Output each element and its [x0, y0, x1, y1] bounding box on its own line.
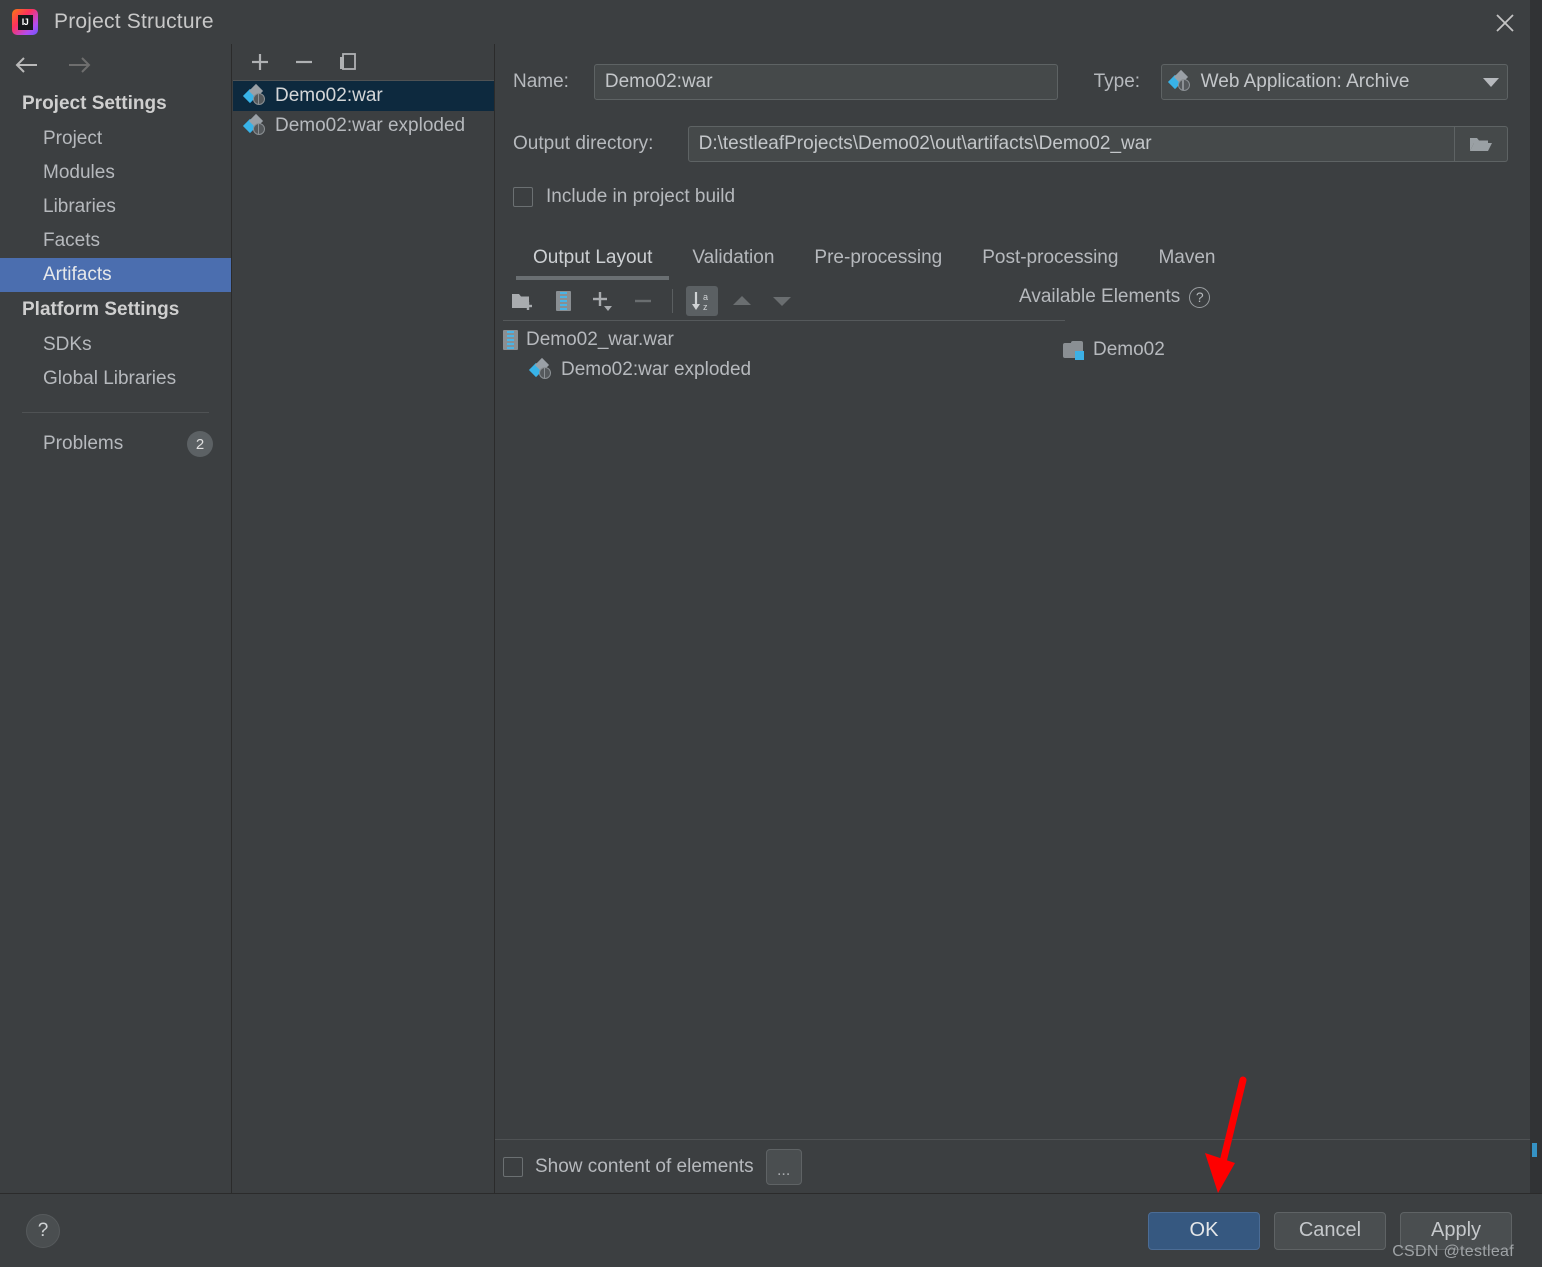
sidebar-item-facets[interactable]: Facets	[0, 224, 231, 258]
output-layout-trees: Demo02_war.war Demo02:war exploded Demo0…	[503, 325, 1530, 1125]
toolbar-divider	[672, 289, 673, 313]
sidebar-item-problems[interactable]: Problems 2	[0, 427, 231, 461]
sidebar-divider	[22, 412, 209, 413]
close-icon[interactable]	[1490, 8, 1520, 38]
war-artifact-icon	[242, 83, 267, 106]
name-label: Name:	[513, 71, 569, 92]
artifact-list-item-label: Demo02:war exploded	[275, 115, 466, 136]
svg-text:a: a	[703, 292, 708, 302]
watermark-text: CSDN @testleaf	[1392, 1243, 1514, 1260]
name-type-row: Name: Demo02:war Type: Web Application: …	[513, 64, 1508, 100]
sidebar-item-artifacts[interactable]: Artifacts	[0, 258, 231, 292]
tab-post-processing[interactable]: Post-processing	[962, 247, 1138, 280]
archive-icon	[503, 330, 518, 350]
sidebar-item-project[interactable]: Project	[0, 122, 231, 156]
available-elements-header: Available Elements ?	[1019, 286, 1211, 308]
sidebar-item-problems-label: Problems	[43, 433, 124, 454]
chevron-down-icon	[1483, 77, 1499, 87]
help-circle-icon[interactable]: ?	[1189, 286, 1211, 308]
sort-az-icon[interactable]: a z	[686, 286, 718, 316]
war-artifact-icon	[528, 357, 553, 380]
sidebar-item-sdks[interactable]: SDKs	[0, 328, 231, 362]
sidebar-item-libraries[interactable]: Libraries	[0, 190, 231, 224]
output-tree-row-label: Demo02:war exploded	[561, 359, 752, 380]
include-in-project-build-checkbox[interactable]	[513, 187, 533, 207]
folder-add-icon[interactable]	[507, 286, 539, 316]
arrow-right-icon[interactable]	[64, 52, 94, 78]
show-content-options-button[interactable]: ...	[765, 1148, 802, 1185]
dialog-footer: ? OK Cancel Apply CSDN @testleaf	[0, 1193, 1542, 1267]
minus-icon[interactable]	[290, 49, 318, 75]
folder-open-icon[interactable]	[1455, 126, 1508, 162]
intellij-idea-logo-icon: IJ	[12, 9, 38, 35]
artifact-list-item[interactable]: Demo02:war exploded	[233, 111, 494, 141]
copy-icon[interactable]	[334, 49, 362, 75]
sidebar-item-global-libraries[interactable]: Global Libraries	[0, 362, 231, 396]
artifacts-toolbar	[233, 44, 494, 81]
artifact-detail-pane: Name: Demo02:war Type: Web Application: …	[495, 44, 1530, 1193]
output-layout-separator	[503, 320, 1065, 321]
artifact-type-value: Web Application: Archive	[1200, 71, 1410, 92]
output-directory-row: Output directory: D:\testleafProjects\De…	[513, 126, 1508, 162]
minus-icon	[627, 286, 659, 316]
tab-output-layout[interactable]: Output Layout	[513, 247, 672, 280]
available-elements-label: Available Elements	[1019, 286, 1181, 307]
output-directory-label: Output directory:	[513, 133, 654, 154]
show-content-of-elements-checkbox[interactable]	[503, 1156, 523, 1177]
available-tree-row[interactable]: Demo02	[1063, 335, 1165, 365]
include-in-project-build-row[interactable]: Include in project build	[513, 186, 1508, 208]
tab-pre-processing[interactable]: Pre-processing	[794, 247, 962, 280]
ok-button[interactable]: OK	[1148, 1211, 1260, 1250]
type-label: Type:	[1093, 71, 1141, 92]
artifacts-list-panel: Demo02:war Demo02:war exploded	[233, 44, 495, 1193]
output-tree-row[interactable]: Demo02_war.war	[503, 325, 1530, 355]
output-directory-input[interactable]: D:\testleafProjects\Demo02\out\artifacts…	[687, 126, 1456, 162]
tab-validation[interactable]: Validation	[672, 247, 794, 280]
arrow-left-icon[interactable]	[12, 52, 42, 78]
right-edge-strip	[1530, 0, 1542, 1267]
settings-sidebar: Project Settings Project Modules Librari…	[0, 44, 232, 1193]
available-elements-tree: Demo02	[1063, 335, 1165, 365]
output-layout-toolbar: a z Available Elements ?	[499, 282, 1530, 320]
output-layout-options-bar: Show content of elements ...	[495, 1139, 1530, 1193]
cancel-button[interactable]: Cancel	[1274, 1211, 1386, 1250]
arrow-down-icon	[766, 286, 798, 316]
module-icon	[1063, 340, 1085, 360]
title-bar: IJ Project Structure	[0, 0, 1542, 44]
sidebar-nav-arrows	[0, 44, 231, 86]
edge-marker	[1532, 1143, 1537, 1157]
artifact-type-select[interactable]: Web Application: Archive	[1160, 64, 1508, 100]
plus-icon[interactable]	[246, 49, 274, 75]
war-artifact-icon	[1167, 69, 1192, 92]
show-content-of-elements-label: Show content of elements	[535, 1155, 754, 1177]
artifact-list-item-label: Demo02:war	[275, 85, 383, 106]
include-in-project-build-label: Include in project build	[546, 186, 736, 207]
window-title: Project Structure	[54, 10, 214, 33]
output-tree-row[interactable]: Demo02:war exploded	[503, 355, 1530, 385]
output-tree-row-label: Demo02_war.war	[526, 329, 674, 350]
sidebar-group-platform-settings: Platform Settings	[22, 299, 180, 320]
detail-tabs: Output Layout Validation Pre-processing …	[513, 238, 1530, 280]
sidebar-group-project-settings: Project Settings	[22, 93, 167, 114]
project-structure-dialog: IJ Project Structure Project Settings Pr…	[0, 0, 1542, 1267]
problems-count-badge: 2	[187, 431, 213, 457]
svg-text:z: z	[703, 302, 708, 312]
archive-icon[interactable]	[547, 286, 579, 316]
available-tree-row-label: Demo02	[1093, 339, 1165, 360]
artifact-list-item[interactable]: Demo02:war	[233, 81, 494, 111]
arrow-up-icon	[726, 286, 758, 316]
artifact-name-input[interactable]: Demo02:war	[593, 64, 1058, 100]
help-button[interactable]: ?	[26, 1213, 60, 1248]
plus-dropdown-icon[interactable]	[587, 286, 619, 316]
war-artifact-icon	[242, 113, 267, 136]
sidebar-item-modules[interactable]: Modules	[0, 156, 231, 190]
tab-maven[interactable]: Maven	[1138, 247, 1235, 280]
